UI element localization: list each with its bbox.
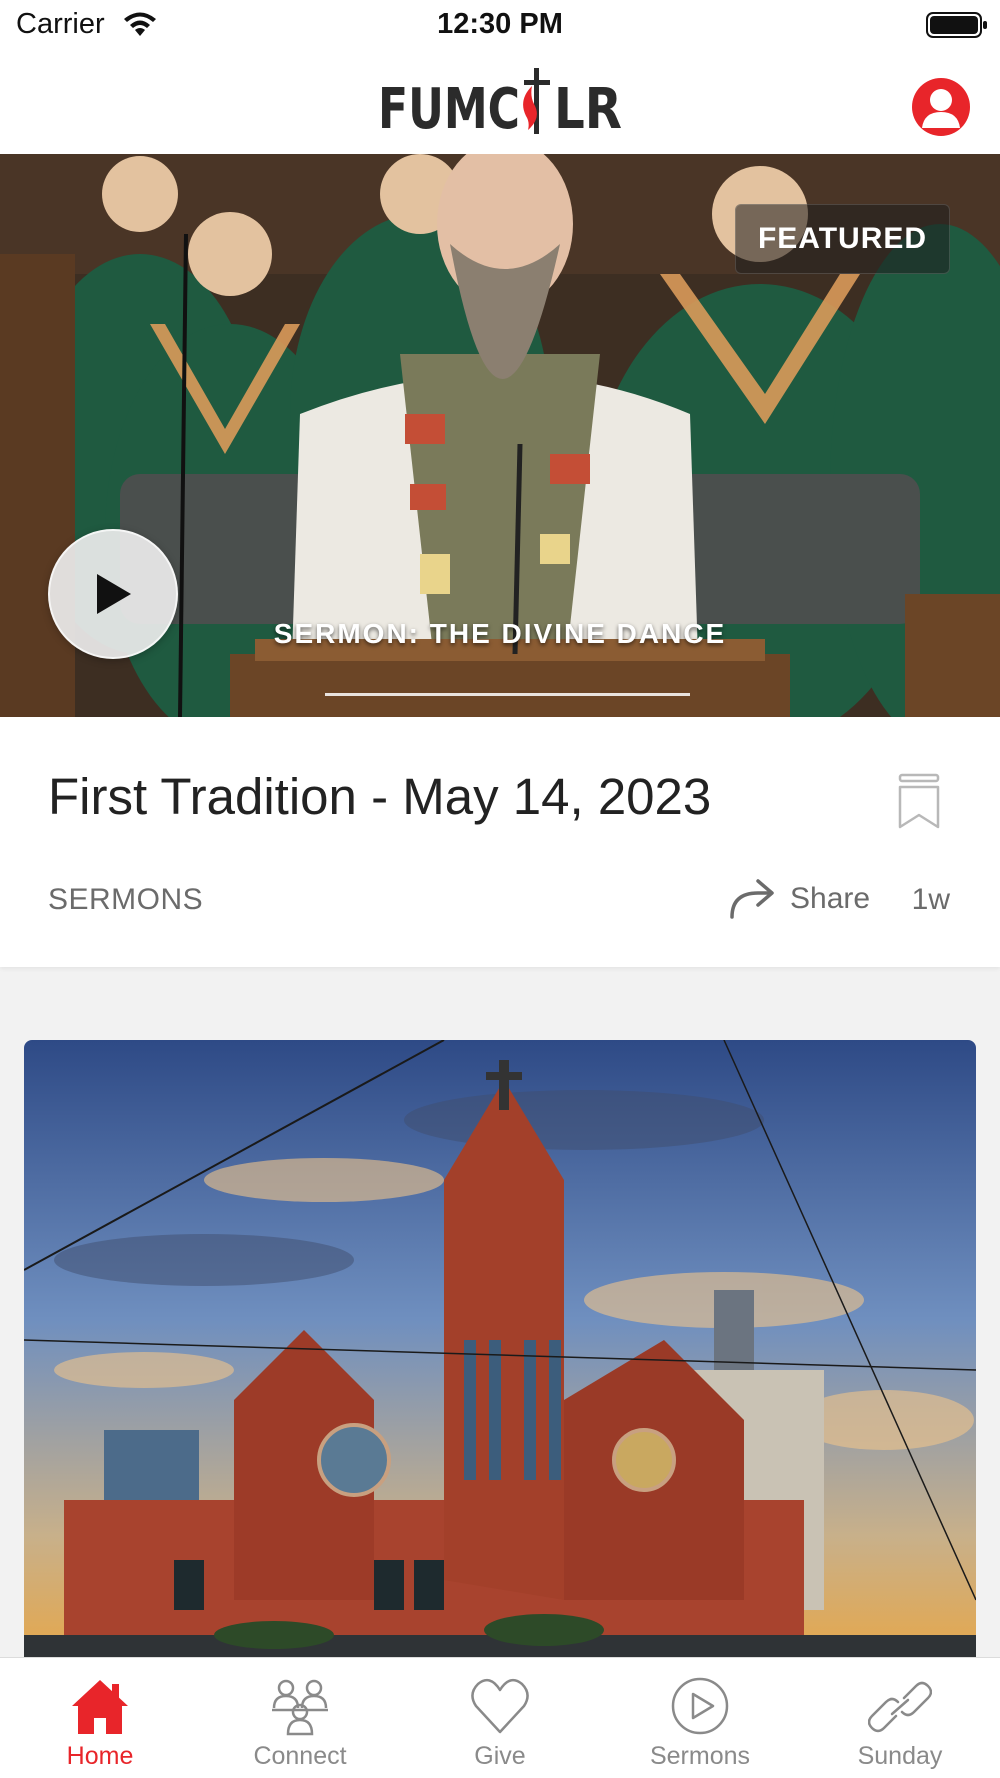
people-icon	[272, 1679, 328, 1736]
tab-connect[interactable]: Connect	[200, 1658, 400, 1778]
link-icon	[868, 1681, 932, 1733]
home-icon	[72, 1680, 128, 1734]
fumc-logo[interactable]: FUMC LR	[378, 66, 622, 140]
battery-icon	[926, 12, 987, 38]
share-label: Share	[790, 882, 871, 915]
play-icon	[97, 574, 131, 614]
featured-title[interactable]: First Tradition - May 14, 2023	[48, 767, 711, 826]
tab-home[interactable]: Home	[0, 1658, 200, 1778]
video-caption: SERMON: THE DIVINE DANCE	[273, 618, 727, 649]
profile-button[interactable]	[912, 78, 970, 136]
share-icon	[730, 879, 774, 919]
church-photo	[24, 1040, 976, 1660]
tab-home-label: Home	[66, 1742, 134, 1770]
tab-sunday-label: Sunday	[857, 1742, 943, 1770]
heart-icon	[471, 1678, 529, 1734]
tab-sunday[interactable]: Sunday	[800, 1658, 1000, 1778]
featured-badge: FEATURED	[735, 204, 950, 274]
status-bar: Carrier 12:30 PM	[0, 0, 1000, 50]
tab-sermons-label: Sermons	[649, 1742, 751, 1770]
app-header: FUMC LR	[0, 50, 1000, 154]
tab-bar: Home Connect Give Sermons Sunday	[0, 1657, 1000, 1778]
svg-text:FUMC: FUMC	[378, 77, 520, 140]
tab-give-label: Give	[474, 1742, 526, 1770]
featured-info-card[interactable]: First Tradition - May 14, 2023 SERMONS S…	[0, 717, 1000, 967]
user-icon	[922, 89, 960, 128]
svg-text:LR: LR	[554, 77, 622, 140]
bookmark-icon[interactable]	[898, 773, 940, 829]
tab-connect-label: Connect	[253, 1742, 347, 1770]
church-photo-card[interactable]	[24, 1040, 976, 1660]
play-circle-icon	[671, 1677, 729, 1735]
category-label[interactable]: SERMONS	[48, 883, 203, 917]
tab-give[interactable]: Give	[400, 1658, 600, 1778]
share-button[interactable]: Share	[728, 877, 870, 921]
tab-sermons[interactable]: Sermons	[600, 1658, 800, 1778]
time-ago: 1w	[911, 883, 950, 916]
video-progress-bar	[325, 693, 690, 696]
clock: 12:30 PM	[437, 8, 563, 40]
